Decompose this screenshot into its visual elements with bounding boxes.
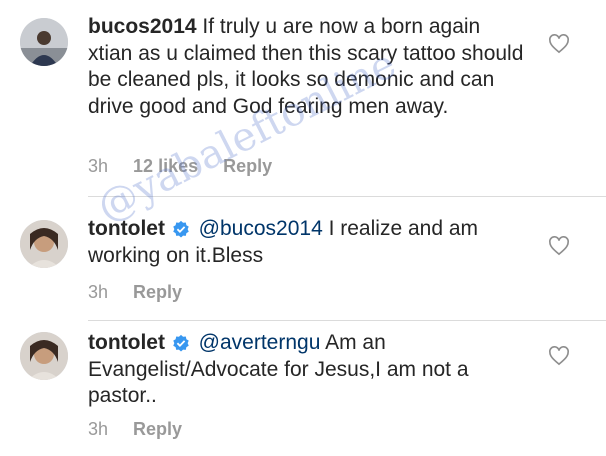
comment-username[interactable]: tontolet bbox=[88, 331, 165, 354]
comment-meta: 3h Reply bbox=[88, 282, 202, 303]
reply-button[interactable]: Reply bbox=[133, 282, 182, 302]
avatar[interactable] bbox=[20, 220, 68, 268]
heart-outline-icon[interactable] bbox=[548, 236, 570, 256]
comment-time: 3h bbox=[88, 419, 109, 439]
reply-button[interactable]: Reply bbox=[133, 419, 182, 439]
divider bbox=[88, 320, 606, 321]
avatar[interactable] bbox=[20, 18, 68, 66]
heart-outline-icon[interactable] bbox=[548, 346, 570, 366]
comment-text: tontolet @bucos2014 I realize and am wor… bbox=[88, 216, 528, 269]
avatar[interactable] bbox=[20, 332, 68, 380]
reply-button[interactable]: Reply bbox=[223, 156, 272, 176]
verified-badge-icon bbox=[173, 334, 189, 352]
comment-mention[interactable]: @averterngu bbox=[199, 331, 321, 354]
comment-mention[interactable]: @bucos2014 bbox=[199, 217, 323, 240]
user-avatar-image bbox=[20, 220, 68, 268]
comment-username[interactable]: tontolet bbox=[88, 217, 165, 240]
comment-likes[interactable]: 12 likes bbox=[133, 156, 198, 176]
divider bbox=[88, 196, 606, 197]
comment-text: bucos2014 If truly u are now a born agai… bbox=[88, 14, 528, 120]
heart-outline-icon[interactable] bbox=[548, 34, 570, 54]
user-avatar-image bbox=[20, 332, 68, 380]
user-avatar-image bbox=[20, 18, 68, 66]
comment-text: tontolet @averterngu Am an Evangelist/Ad… bbox=[88, 330, 528, 410]
comment-meta: 3h Reply bbox=[88, 419, 202, 440]
comment-meta: 3h 12 likes Reply bbox=[88, 156, 292, 177]
comment-username[interactable]: bucos2014 bbox=[88, 15, 197, 38]
comment-time: 3h bbox=[88, 282, 109, 302]
verified-badge-icon bbox=[173, 220, 189, 238]
comment-time: 3h bbox=[88, 156, 109, 176]
